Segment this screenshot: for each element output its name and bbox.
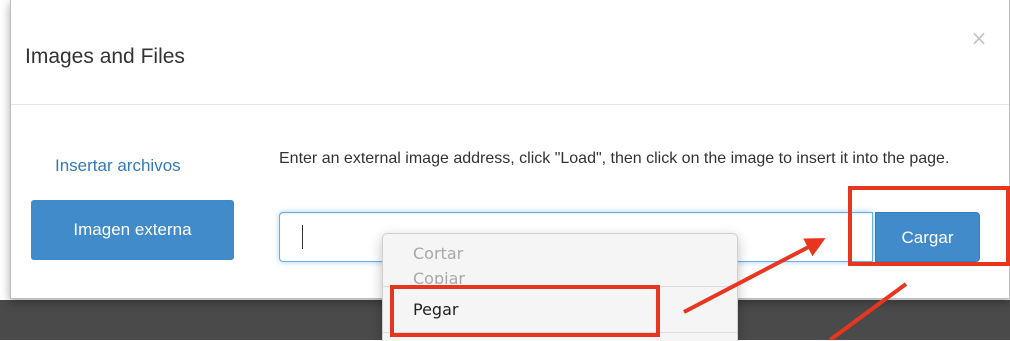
- highlight-box-load: [848, 186, 1010, 266]
- highlight-box-paste: [390, 285, 660, 337]
- arrow-annotation-second: [828, 282, 908, 340]
- arrow-annotation: [683, 238, 826, 314]
- annotation-overlay: [390, 186, 1010, 340]
